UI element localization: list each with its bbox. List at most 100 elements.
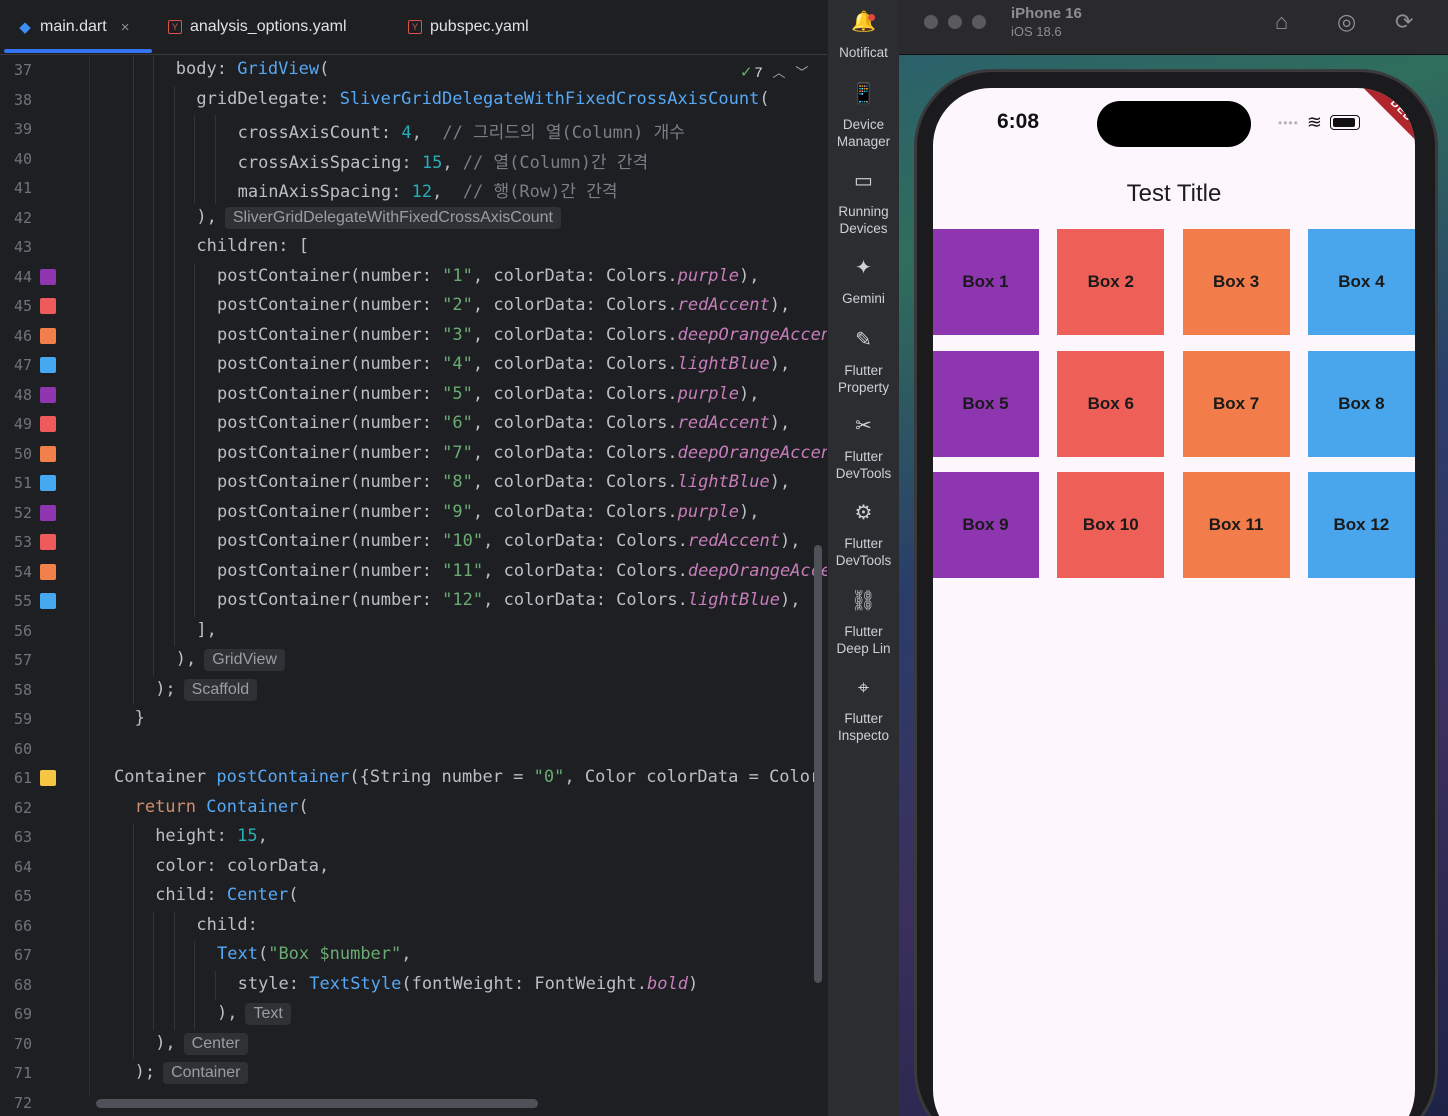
- yaml-icon: Y: [408, 20, 422, 34]
- color-swatch-icon[interactable]: [40, 593, 56, 609]
- line-number: 54: [13, 562, 32, 581]
- code-line[interactable]: 40 crossAxisSpacing: 15, // 열(Column)간 간격: [0, 144, 827, 174]
- color-swatch-icon[interactable]: [40, 327, 56, 344]
- grid-box[interactable]: Box 6: [1057, 350, 1165, 457]
- color-swatch-icon[interactable]: [40, 268, 56, 285]
- color-swatch-icon[interactable]: [40, 298, 56, 314]
- horizontal-scrollbar[interactable]: [96, 1099, 538, 1108]
- code-line[interactable]: 70), Center: [0, 1029, 827, 1059]
- tab-analysis-options[interactable]: Y analysis_options.yaml: [168, 0, 347, 54]
- color-swatch-icon[interactable]: [40, 357, 56, 373]
- code-line[interactable]: 66 child:: [0, 911, 827, 941]
- code-line[interactable]: 44 postContainer(number: "1", colorData: …: [0, 262, 827, 292]
- tool-device-manager[interactable]: 📱 Device Manager: [828, 84, 899, 150]
- code-line[interactable]: 58); Scaffold: [0, 675, 827, 705]
- rotate-icon[interactable]: ⟳: [1395, 9, 1413, 35]
- code-line[interactable]: 47 postContainer(number: "4", colorData: …: [0, 351, 827, 381]
- indent-guide: [132, 233, 134, 263]
- phone-screen[interactable]: 6:08 •••• ≋ DEBUG Test Title Box 1 Box 2B…: [933, 88, 1415, 1116]
- code-line[interactable]: 61 Container postContainer({String number…: [0, 764, 827, 794]
- color-swatch-icon[interactable]: [40, 416, 56, 432]
- grid-box[interactable]: Box 10: [1057, 472, 1165, 579]
- indent-guide: [153, 56, 155, 86]
- code-line[interactable]: 53 postContainer(number: "10", colorData:…: [0, 528, 827, 558]
- tool-flutter-deep-links[interactable]: ⛓ Flutter Deep Lin: [828, 591, 899, 657]
- code-text: postContainer(number: "8", colorData: Co…: [217, 472, 791, 492]
- tool-flutter-devtools-2[interactable]: ⚙ Flutter DevTools: [828, 503, 899, 569]
- grid-box[interactable]: Box 9: [933, 472, 1039, 579]
- code-line[interactable]: 39 crossAxisCount: 4, // 그리드의 열(Column) 개…: [0, 115, 827, 145]
- close-icon[interactable]: ×: [121, 19, 130, 36]
- grid-box[interactable]: Box 8: [1307, 350, 1415, 457]
- window-close-button[interactable]: [924, 15, 938, 29]
- line-number: 40: [13, 149, 32, 168]
- color-swatch-icon[interactable]: [40, 386, 56, 403]
- grid-box[interactable]: Box 11: [1182, 472, 1290, 579]
- inspection-widget[interactable]: ✓ 7 ︿ ﹀: [740, 62, 808, 81]
- code-line[interactable]: 56],: [0, 616, 827, 646]
- color-swatch-icon[interactable]: [40, 504, 56, 521]
- code-text: gridDelegate: SliverGridDelegateWithFixe…: [196, 88, 770, 109]
- grid-box[interactable]: Box 7: [1182, 350, 1290, 457]
- indent-guide: [173, 115, 175, 145]
- tool-flutter-devtools-1[interactable]: ✂ Flutter DevTools: [828, 416, 899, 482]
- tool-gemini[interactable]: ✦ Gemini: [828, 258, 899, 307]
- code-line[interactable]: 49 postContainer(number: "6", colorData: …: [0, 410, 827, 440]
- code-line[interactable]: 60: [0, 735, 827, 765]
- code-line[interactable]: 42), SliverGridDelegateWithFixedCrossAxis…: [0, 203, 827, 233]
- code-line[interactable]: 50 postContainer(number: "7", colorData: …: [0, 439, 827, 469]
- code-line[interactable]: 41 mainAxisSpacing: 12, // 행(Row)간 간격: [0, 174, 827, 204]
- window-minimize-button[interactable]: [948, 15, 962, 29]
- tool-running-devices[interactable]: ▭ Running Devices: [828, 171, 899, 237]
- code-editor[interactable]: ◆ main.dart × Y analysis_options.yaml Y …: [0, 0, 827, 1116]
- code-line[interactable]: 57), GridView: [0, 646, 827, 676]
- tool-label: Flutter: [844, 711, 883, 726]
- grid-box[interactable]: Box 5: [933, 350, 1039, 457]
- grid-box[interactable]: Box 4: [1307, 229, 1415, 335]
- window-zoom-button[interactable]: [972, 15, 986, 29]
- grid-box[interactable]: Box 12: [1307, 472, 1415, 579]
- vertical-scrollbar[interactable]: [814, 545, 822, 983]
- code-line[interactable]: 65 child: Center(: [0, 882, 827, 912]
- home-icon[interactable]: ⌂: [1275, 9, 1288, 35]
- tool-flutter-property[interactable]: ✎ Flutter Property: [828, 330, 899, 396]
- code-line[interactable]: 63 height: 15,: [0, 823, 827, 853]
- code-line[interactable]: 54 postContainer(number: "11", colorData:…: [0, 557, 827, 587]
- indent-guide: [132, 852, 134, 882]
- code-line[interactable]: 51 postContainer(number: "8", colorData: …: [0, 469, 827, 499]
- tab-main-dart[interactable]: ◆ main.dart ×: [18, 0, 129, 54]
- tab-pubspec[interactable]: Y pubspec.yaml: [408, 0, 529, 54]
- color-swatch-icon[interactable]: [40, 563, 56, 580]
- code-area[interactable]: 37 body: GridView(38 gridDelegate: SliverG…: [0, 56, 827, 1112]
- color-swatch-icon[interactable]: [40, 475, 56, 491]
- code-line[interactable]: 38 gridDelegate: SliverGridDelegateWithFi…: [0, 85, 827, 115]
- color-swatch-icon[interactable]: [40, 534, 56, 550]
- code-line[interactable]: 52 postContainer(number: "9", colorData: …: [0, 498, 827, 528]
- grid-box[interactable]: Box 3: [1182, 229, 1290, 335]
- color-swatch-icon[interactable]: [40, 770, 56, 786]
- code-line[interactable]: 48 postContainer(number: "5", colorData: …: [0, 380, 827, 410]
- tool-flutter-inspector[interactable]: ⌖ Flutter Inspecto: [828, 678, 899, 744]
- code-line[interactable]: 62 return Container(: [0, 794, 827, 824]
- code-line[interactable]: 64 color: colorData,: [0, 852, 827, 882]
- code-line[interactable]: 67 Text("Box $number",: [0, 941, 827, 971]
- chevron-down-icon[interactable]: ﹀: [795, 62, 808, 81]
- code-line[interactable]: 55 postContainer(number: "12", colorData:…: [0, 587, 827, 617]
- code-line[interactable]: 37 body: GridView(: [0, 56, 827, 86]
- grid-box[interactable]: Box 2: [1057, 229, 1165, 335]
- closing-label-hint: GridView: [204, 649, 285, 671]
- code-line[interactable]: 45 postContainer(number: "2", colorData: …: [0, 292, 827, 322]
- code-line[interactable]: 59}: [0, 705, 827, 735]
- code-text: postContainer(number: "9", colorData: Co…: [217, 501, 760, 522]
- code-text: height: 15,: [155, 826, 268, 846]
- code-line[interactable]: 46 postContainer(number: "3", colorData: …: [0, 321, 827, 351]
- screenshot-icon[interactable]: ◎: [1337, 9, 1356, 35]
- code-line[interactable]: 69), Text: [0, 1000, 827, 1030]
- tool-notifications[interactable]: 🔔 Notificat: [828, 12, 899, 61]
- chevron-up-icon[interactable]: ︿: [772, 62, 785, 81]
- color-swatch-icon[interactable]: [40, 445, 56, 462]
- code-line[interactable]: 68 style: TextStyle(fontWeight: FontWeigh…: [0, 970, 827, 1000]
- code-line[interactable]: 71); Container: [0, 1059, 827, 1089]
- code-line[interactable]: 43 children: [: [0, 233, 827, 263]
- grid-box[interactable]: Box 1: [933, 229, 1039, 335]
